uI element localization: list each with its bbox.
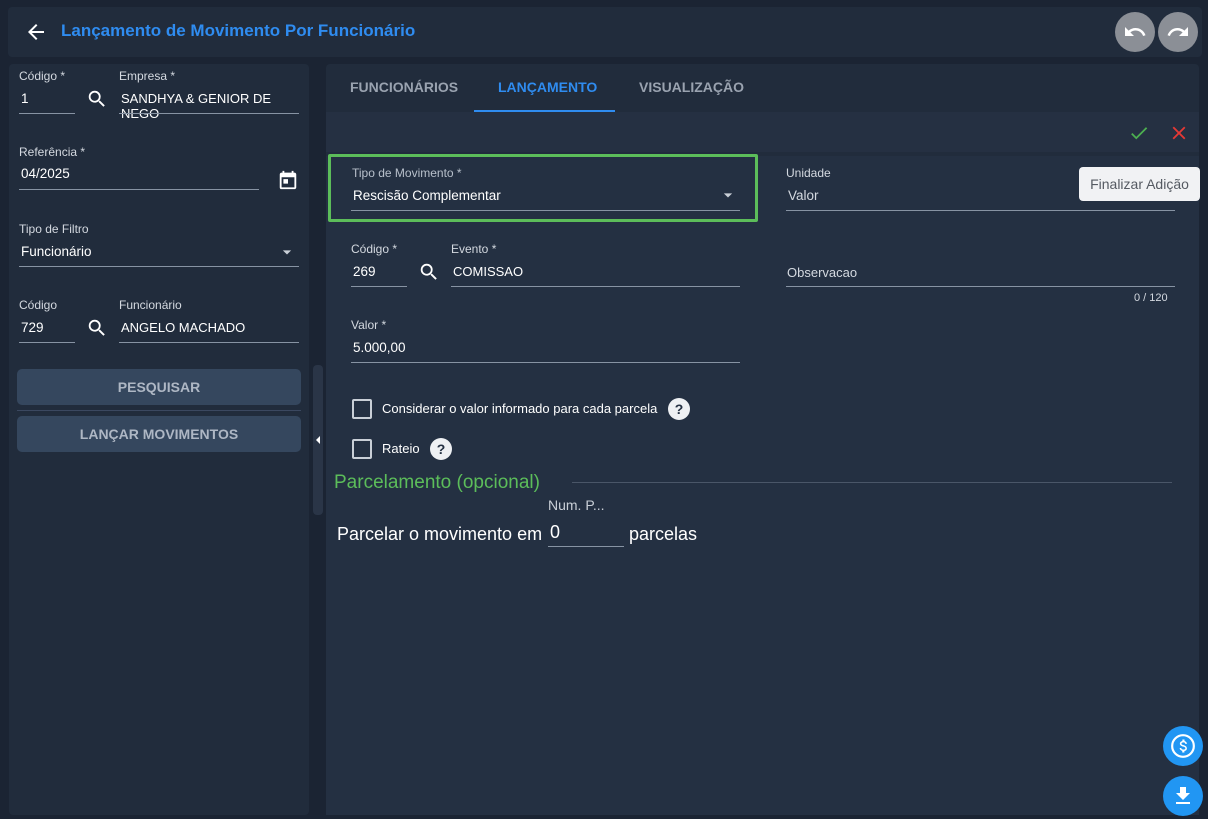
tipo-filtro-select[interactable]: Funcionário bbox=[21, 244, 92, 259]
parcelar-suffix: parcelas bbox=[629, 524, 698, 544]
calendar-icon bbox=[279, 170, 297, 190]
search-icon bbox=[88, 319, 105, 336]
back-button[interactable] bbox=[24, 20, 48, 44]
evento-search-button[interactable] bbox=[417, 260, 441, 284]
rateio-checkbox[interactable] bbox=[352, 439, 372, 459]
tipo-movimento-label: Tipo de Movimento * bbox=[352, 166, 462, 180]
codigo-funcionario-input[interactable]: 729 bbox=[21, 320, 44, 335]
undo-icon bbox=[1125, 27, 1146, 36]
observacao-counter: 0 / 120 bbox=[1134, 292, 1168, 304]
redo-button[interactable] bbox=[1158, 12, 1198, 52]
codigo-input[interactable]: 1 bbox=[21, 91, 29, 106]
funcionario-input[interactable]: ANGELO MACHADO bbox=[121, 320, 245, 335]
tipo-filtro-dropdown[interactable] bbox=[277, 242, 297, 262]
tipo-movimento-underline bbox=[351, 210, 740, 211]
page-title: Lançamento de Movimento Por Funcionário bbox=[61, 21, 416, 40]
arrow-left-icon bbox=[28, 24, 44, 40]
observacao-input[interactable]: Observacao bbox=[787, 265, 857, 280]
num-parcelas-input[interactable]: 0 bbox=[550, 522, 560, 543]
divider bbox=[17, 410, 301, 411]
codigo-underline bbox=[19, 113, 75, 114]
download-icon bbox=[1176, 787, 1190, 804]
evento-input[interactable]: COMISSAO bbox=[453, 264, 523, 279]
funcionario-underline bbox=[119, 342, 299, 343]
codigo-evento-input[interactable]: 269 bbox=[353, 264, 376, 279]
tab-funcionarios[interactable]: FUNCIONÁRIOS bbox=[350, 79, 458, 95]
calendar-button[interactable] bbox=[276, 168, 300, 192]
redo-icon bbox=[1167, 27, 1188, 36]
codigo2-label: Código bbox=[19, 298, 58, 312]
dollar-fab-button[interactable] bbox=[1163, 726, 1203, 766]
top-bar: Lançamento de Movimento Por Funcionário bbox=[8, 7, 1202, 57]
search-icon bbox=[88, 90, 105, 107]
chevron-left-icon bbox=[316, 436, 320, 444]
rateio-label: Rateio bbox=[382, 441, 420, 456]
tab-lancamento[interactable]: LANÇAMENTO bbox=[498, 79, 597, 95]
lancamento-form: Tipo de Movimento * Rescisão Complementa… bbox=[326, 154, 1199, 815]
download-fab-button[interactable] bbox=[1163, 776, 1203, 816]
search-icon bbox=[420, 263, 437, 280]
dollar-icon bbox=[1171, 734, 1195, 758]
codigo-evento-label: Código * bbox=[351, 242, 398, 256]
close-icon bbox=[1172, 126, 1186, 140]
tipo-filtro-label: Tipo de Filtro bbox=[19, 222, 89, 236]
dropdown-icon bbox=[723, 193, 733, 198]
codigo-evento-underline bbox=[351, 286, 407, 287]
unidade-label: Unidade bbox=[786, 166, 831, 180]
empresa-input[interactable]: SANDHYA & GENIOR DE NEGO bbox=[121, 91, 309, 121]
funcionario-label: Funcionário bbox=[119, 298, 182, 312]
codigo-label: Código * bbox=[19, 69, 66, 83]
valor-label: Valor * bbox=[351, 318, 387, 332]
tab-bar: FUNCIONÁRIOS LANÇAMENTO VISUALIZAÇÃO bbox=[326, 64, 1199, 112]
num-parcelas-underline bbox=[548, 546, 624, 547]
check-icon bbox=[1131, 127, 1148, 140]
unidade-underline bbox=[786, 210, 1175, 211]
referencia-input[interactable]: 04/2025 bbox=[21, 166, 70, 181]
main-panel: FUNCIONÁRIOS LANÇAMENTO VISUALIZAÇÃO Tip… bbox=[326, 64, 1199, 815]
tipo-movimento-select[interactable]: Rescisão Complementar bbox=[353, 188, 501, 203]
num-parcelas-label: Num. P... bbox=[548, 497, 605, 513]
considerar-valor-checkbox[interactable] bbox=[352, 399, 372, 419]
evento-label: Evento * bbox=[451, 242, 497, 256]
empresa-label: Empresa * bbox=[119, 69, 176, 83]
valor-input[interactable]: 5.000,00 bbox=[353, 340, 406, 355]
evento-underline bbox=[451, 286, 740, 287]
filter-panel: Código * 1 Empresa * SANDHYA & GENIOR DE… bbox=[9, 64, 309, 815]
valor-underline bbox=[351, 362, 740, 363]
empresa-underline bbox=[119, 113, 299, 114]
lancar-movimentos-button[interactable]: LANÇAR MOVIMENTOS bbox=[17, 416, 301, 452]
help-icon[interactable]: ? bbox=[668, 398, 690, 420]
finalizar-adicao-tooltip: Finalizar Adição bbox=[1079, 167, 1200, 201]
pesquisar-button[interactable]: PESQUISAR bbox=[17, 369, 301, 405]
tipo-movimento-dropdown[interactable] bbox=[718, 185, 738, 205]
referencia-underline bbox=[19, 189, 259, 190]
confirm-button[interactable] bbox=[1128, 122, 1150, 144]
help-icon[interactable]: ? bbox=[430, 438, 452, 460]
observacao-underline bbox=[786, 286, 1175, 287]
cancel-button[interactable] bbox=[1168, 122, 1190, 144]
funcionario-search-button[interactable] bbox=[85, 316, 109, 340]
action-bar bbox=[326, 112, 1199, 152]
tipo-filtro-underline bbox=[19, 266, 299, 267]
collapse-panel-button[interactable] bbox=[313, 434, 323, 446]
codigo2-underline bbox=[19, 342, 75, 343]
considerar-valor-label: Considerar o valor informado para cada p… bbox=[382, 401, 658, 416]
empresa-search-button[interactable] bbox=[85, 87, 109, 111]
tab-visualizacao[interactable]: VISUALIZAÇÃO bbox=[639, 79, 744, 95]
unidade-input[interactable]: Valor bbox=[788, 188, 819, 203]
parcelamento-divider bbox=[572, 482, 1172, 483]
referencia-label: Referência * bbox=[19, 145, 86, 159]
undo-button[interactable] bbox=[1115, 12, 1155, 52]
dropdown-icon bbox=[282, 250, 292, 255]
parcelamento-title: Parcelamento (opcional) bbox=[334, 472, 540, 493]
parcelar-prefix: Parcelar o movimento em bbox=[337, 524, 543, 544]
